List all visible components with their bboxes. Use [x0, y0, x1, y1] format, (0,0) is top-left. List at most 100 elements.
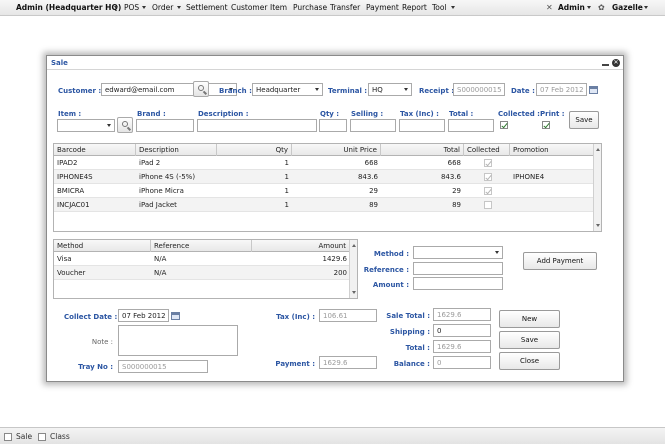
- menu-item[interactable]: Item: [270, 3, 287, 12]
- print-checkbox[interactable]: [542, 121, 550, 129]
- menu-user[interactable]: Admin: [558, 3, 585, 12]
- menu-report[interactable]: Report: [402, 3, 427, 12]
- branch-select[interactable]: Headquarter: [252, 83, 323, 96]
- scroll-down-icon[interactable]: [352, 291, 356, 294]
- tools-icon[interactable]: ✕: [546, 3, 553, 12]
- menu-payment[interactable]: Payment: [366, 3, 399, 12]
- collected-checkbox[interactable]: [500, 121, 508, 129]
- column-header-unit-price[interactable]: Unit Price: [292, 144, 381, 156]
- column-header-reference[interactable]: Reference: [151, 240, 252, 252]
- dialog-titlebar[interactable]: Sale ✕: [47, 56, 623, 70]
- payments-grid-header: Method Reference Amount: [54, 240, 350, 252]
- customer-select[interactable]: edward@email.com: [101, 83, 237, 96]
- shipping-field[interactable]: 0: [433, 324, 491, 337]
- column-header-total[interactable]: Total: [381, 144, 464, 156]
- payments-grid: Method Reference Amount Visa N/A 1429.6 …: [53, 239, 358, 299]
- chevron-down-icon: [644, 6, 648, 9]
- selling-field[interactable]: [350, 119, 396, 132]
- cell-unit-price: 668: [364, 159, 378, 167]
- close-button[interactable]: Close: [499, 352, 560, 370]
- cell-qty: 1: [284, 201, 289, 209]
- terminal-select[interactable]: HQ: [368, 83, 412, 96]
- menu-purchase[interactable]: Purchase: [293, 3, 327, 12]
- sale-window-checkbox[interactable]: [4, 433, 12, 441]
- table-row[interactable]: Visa N/A 1429.6: [54, 252, 350, 266]
- cell-reference: N/A: [154, 255, 167, 263]
- cell-collected-checkbox[interactable]: [484, 187, 492, 195]
- sale-total-field[interactable]: 1629.6: [433, 308, 491, 321]
- column-header-barcode[interactable]: Barcode: [54, 144, 136, 156]
- footer-tax-field[interactable]: 106.61: [319, 309, 377, 322]
- tax-field[interactable]: [399, 119, 445, 132]
- table-row[interactable]: Voucher N/A 200: [54, 266, 350, 280]
- column-header-description[interactable]: Description: [136, 144, 217, 156]
- payment-method-select[interactable]: [413, 246, 503, 259]
- item-search-button[interactable]: [117, 117, 133, 133]
- footer-payment-label: Payment :: [275, 360, 315, 368]
- sale-items-grid: Barcode Description Qty Unit Price Total…: [53, 143, 602, 232]
- menu-theme[interactable]: Gazelle: [612, 3, 643, 12]
- payment-reference-field[interactable]: [413, 262, 503, 275]
- cell-collected-checkbox[interactable]: [484, 173, 492, 181]
- save-button[interactable]: Save: [499, 331, 560, 349]
- payments-grid-scrollbar[interactable]: [349, 240, 357, 298]
- receipt-field[interactable]: S000000015: [453, 83, 505, 96]
- total-label: Total :: [405, 344, 430, 352]
- cell-unit-price: 89: [369, 201, 378, 209]
- menu-order[interactable]: Order: [152, 3, 173, 12]
- menu-pos[interactable]: POS: [124, 3, 139, 12]
- payment-amount-label: Amount :: [372, 281, 409, 289]
- column-header-method[interactable]: Method: [54, 240, 151, 252]
- column-header-promotion[interactable]: Promotion: [510, 144, 594, 156]
- total-field[interactable]: [448, 119, 494, 132]
- date-field[interactable]: 07 Feb 2012: [536, 83, 587, 96]
- customer-search-button[interactable]: [193, 81, 209, 97]
- minimize-icon[interactable]: [602, 64, 609, 66]
- branch-value: Headquarter: [256, 86, 301, 94]
- taskbar-item-class[interactable]: Class: [50, 432, 70, 441]
- qty-field[interactable]: [319, 119, 347, 132]
- scroll-up-icon[interactable]: [596, 148, 600, 151]
- table-row[interactable]: INCJAC01 iPad Jacket 1 89 89: [54, 198, 594, 212]
- chevron-down-icon: [451, 6, 455, 9]
- balance-field[interactable]: 0: [433, 356, 491, 369]
- cell-promotion: [510, 198, 594, 212]
- cell-collected-checkbox[interactable]: [484, 159, 492, 167]
- cell-promotion: [510, 156, 594, 170]
- column-header-qty[interactable]: Qty: [217, 144, 292, 156]
- menu-tool[interactable]: Tool: [432, 3, 447, 12]
- class-window-checkbox[interactable]: [38, 433, 46, 441]
- menu-transfer[interactable]: Transfer: [330, 3, 360, 12]
- close-icon[interactable]: ✕: [612, 59, 620, 67]
- tray-no-field[interactable]: S000000015: [118, 360, 208, 373]
- cell-unit-price: 29: [369, 187, 378, 195]
- description-field[interactable]: [197, 119, 317, 132]
- taskbar-item-sale[interactable]: Sale: [16, 432, 32, 441]
- calendar-icon[interactable]: [589, 86, 598, 94]
- menu-customer[interactable]: Customer: [231, 3, 267, 12]
- dialog-title: Sale: [51, 59, 68, 67]
- column-header-collected[interactable]: Collected: [464, 144, 510, 156]
- items-grid-scrollbar[interactable]: [593, 144, 601, 231]
- scroll-up-icon[interactable]: [352, 244, 356, 247]
- calendar-icon[interactable]: [171, 312, 180, 320]
- new-button[interactable]: New: [499, 310, 560, 328]
- menu-settlement[interactable]: Settlement: [186, 3, 228, 12]
- add-payment-button[interactable]: Add Payment: [523, 252, 597, 270]
- table-row[interactable]: BMICRA iPhone Micra 1 29 29: [54, 184, 594, 198]
- payment-amount-field[interactable]: [413, 277, 503, 290]
- chevron-down-icon: [495, 251, 499, 254]
- note-textarea[interactable]: [118, 325, 238, 356]
- column-header-amount[interactable]: Amount: [252, 240, 350, 252]
- brand-field[interactable]: [136, 119, 194, 132]
- item-save-button[interactable]: Save: [569, 111, 599, 129]
- item-select[interactable]: [57, 119, 115, 132]
- scroll-down-icon[interactable]: [596, 224, 600, 227]
- total-field[interactable]: 1629.6: [433, 340, 491, 353]
- table-row[interactable]: IPHONE4S iPhone 4S (-5%) 1 843.6 843.6 I…: [54, 170, 594, 184]
- table-row[interactable]: IPAD2 iPad 2 1 668 668: [54, 156, 594, 170]
- footer-payment-field[interactable]: 1629.6: [319, 356, 377, 369]
- menu-admin-hq[interactable]: Admin (Headquarter HQ): [16, 3, 121, 12]
- collect-date-field[interactable]: 07 Feb 2012: [118, 309, 169, 322]
- cell-collected-checkbox[interactable]: [484, 201, 492, 209]
